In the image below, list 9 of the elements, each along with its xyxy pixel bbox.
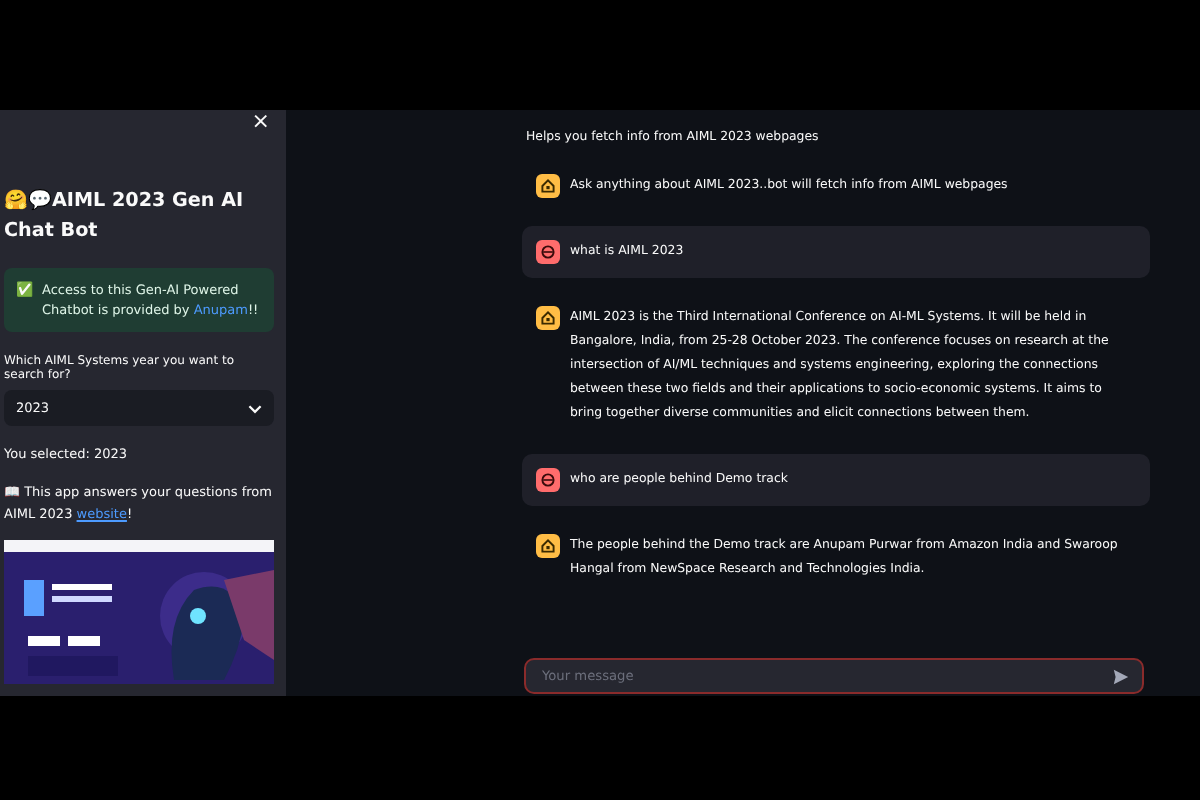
bot-avatar-icon [536, 534, 560, 558]
user-avatar-icon [536, 240, 560, 264]
bot-avatar-icon [536, 174, 560, 198]
send-icon[interactable] [1112, 667, 1130, 685]
chevron-icon [248, 403, 262, 413]
sidebar-title: 🤗💬AIML 2023 Gen AI Chat Bot [4, 187, 246, 246]
user-avatar-icon [536, 468, 560, 492]
bot-avatar-icon [536, 306, 560, 330]
close-button[interactable]: × [247, 108, 274, 134]
